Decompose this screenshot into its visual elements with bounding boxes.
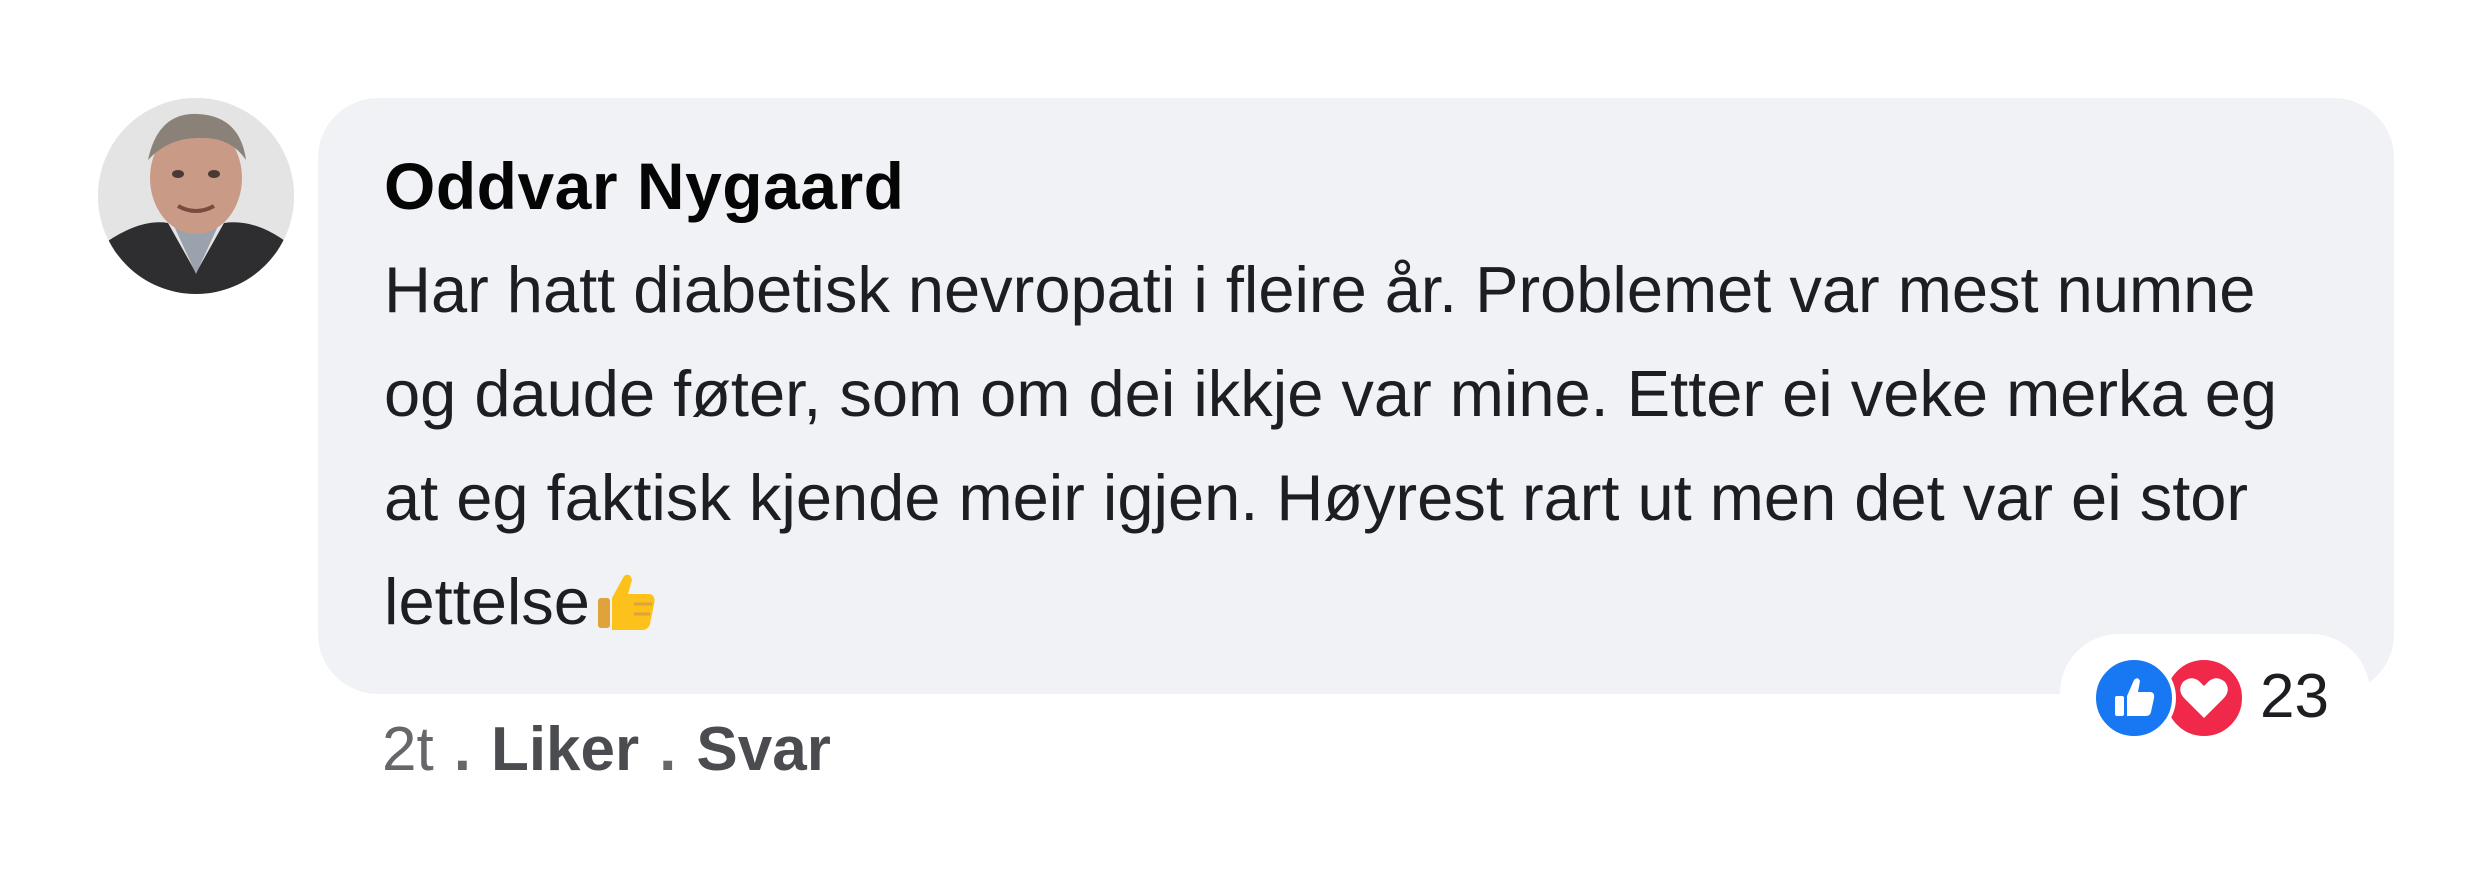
comment-body: Har hatt diabetisk nevropati i fleire år… — [384, 238, 2334, 654]
separator-dot: . — [659, 715, 677, 784]
comment-bubble: Oddvar Nygaard Har hatt diabetisk nevrop… — [318, 98, 2394, 694]
like-icon — [2092, 656, 2176, 740]
comment-actions: 2t. Liker. Svar — [382, 710, 831, 790]
comment: Oddvar Nygaard Har hatt diabetisk nevrop… — [0, 0, 2490, 871]
timestamp[interactable]: 2t — [382, 715, 434, 784]
comment-text: Har hatt diabetisk nevropati i fleire år… — [384, 253, 2278, 638]
separator-dot: . — [453, 715, 471, 784]
reaction-summary[interactable]: 23 — [2060, 634, 2370, 752]
avatar-photo — [98, 98, 294, 294]
reaction-count: 23 — [2260, 662, 2329, 731]
reply-button[interactable]: Svar — [696, 715, 830, 784]
avatar[interactable] — [98, 98, 294, 294]
thumbs-up-emoji-icon — [594, 560, 660, 630]
like-button[interactable]: Liker — [491, 715, 639, 784]
comment-author[interactable]: Oddvar Nygaard — [384, 142, 2328, 230]
